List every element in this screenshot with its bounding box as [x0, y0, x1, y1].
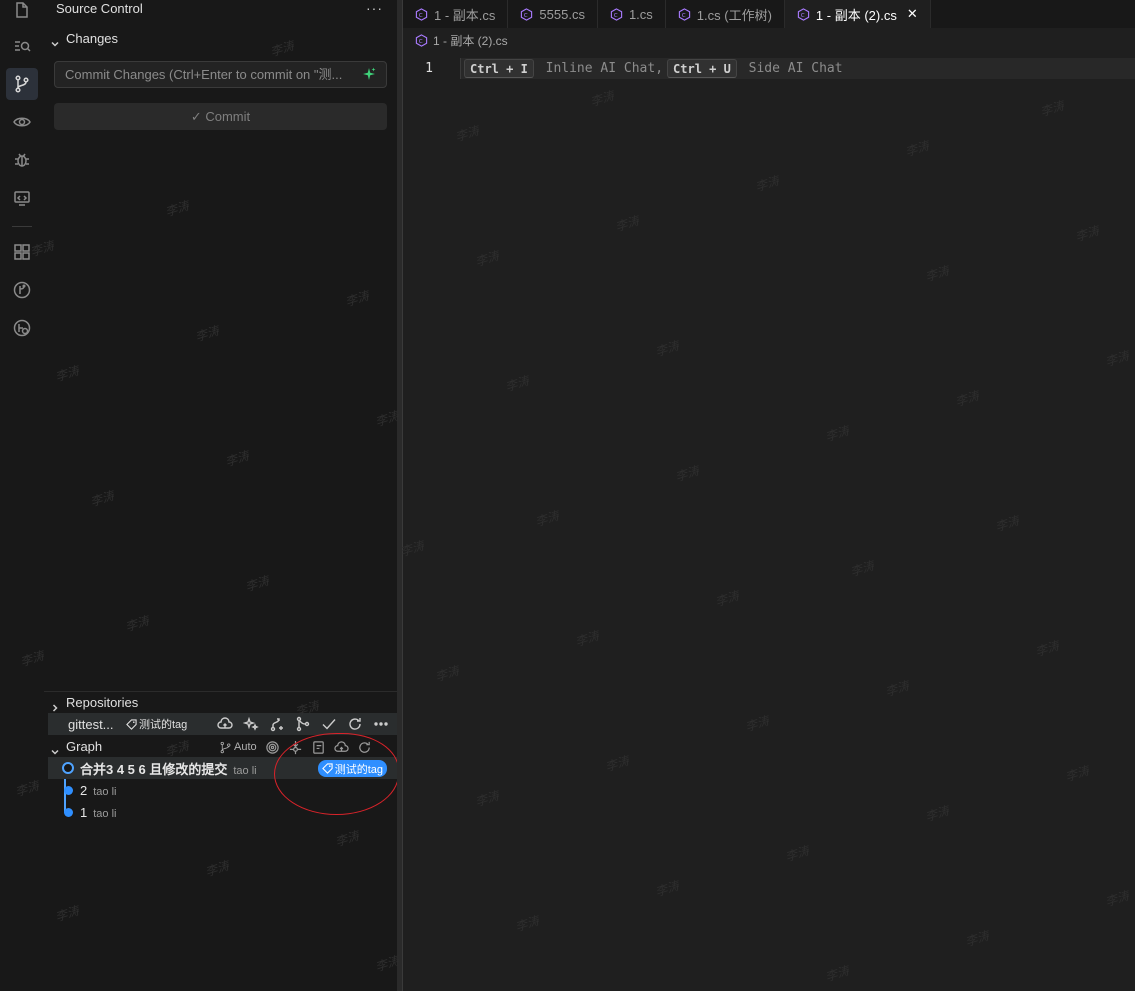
- svg-text:C: C: [419, 38, 423, 44]
- csharp-file-icon: C: [610, 7, 623, 21]
- debug-icon[interactable]: [0, 142, 44, 178]
- tab-active-file[interactable]: C 1 - 副本 (2).cs ✕: [784, 0, 931, 28]
- tab-label: 1 - 副本.cs: [434, 7, 496, 23]
- commit-title: 合并3 4 5 6 且修改的提交: [80, 761, 228, 777]
- csharp-file-icon: C: [415, 7, 428, 21]
- commit-author: tao li: [233, 764, 257, 777]
- refresh-icon[interactable]: [347, 716, 363, 732]
- more-actions-icon[interactable]: ···: [366, 0, 383, 16]
- commit-message: 1 tao li: [80, 805, 116, 820]
- branch-create-icon[interactable]: [269, 716, 285, 732]
- activity-bar: [0, 0, 44, 991]
- commit-title: 1: [80, 804, 88, 820]
- line-number: 1: [425, 61, 433, 76]
- cloud-upload-icon[interactable]: [217, 716, 233, 732]
- repo-tag-label: 测试的tag: [139, 719, 188, 731]
- git-graph-icon[interactable]: [0, 272, 44, 308]
- search-icon[interactable]: [0, 28, 44, 64]
- changes-label: Changes: [66, 31, 119, 46]
- commit-button[interactable]: ✓ Commit: [54, 103, 387, 130]
- auto-label: Auto: [234, 741, 257, 753]
- tab-file[interactable]: C 5555.cs: [508, 0, 598, 28]
- branch-icon: [220, 741, 231, 753]
- repo-tag: 测试的tag: [126, 716, 187, 732]
- chevron-down-icon: [50, 34, 60, 47]
- tab-label: 1.cs (工作树): [696, 7, 772, 23]
- tab-file[interactable]: C 1 - 副本.cs: [403, 0, 509, 28]
- tab-label: 5555.cs: [539, 6, 585, 22]
- csharp-file-icon: C: [521, 7, 533, 21]
- csharp-file-icon: C: [678, 7, 690, 21]
- ai-chat-hint: Ctrl + I Inline AI Chat, Ctrl + U Side AI…: [460, 58, 843, 79]
- svg-text:C: C: [419, 12, 423, 18]
- editor-tabs: C 1 - 副本.cs C 5555.cs C 1.cs C 1.cs (工作树…: [403, 0, 1135, 28]
- timeline-icon[interactable]: [0, 310, 44, 346]
- breadcrumb[interactable]: C 1 - 副本 (2).cs: [415, 31, 508, 49]
- commit-message: 2 tao li: [80, 783, 116, 798]
- graph-label: Graph: [66, 739, 103, 754]
- tab-label: 1.cs: [628, 6, 653, 22]
- csharp-file-icon: C: [415, 33, 428, 47]
- breadcrumb-label: 1 - 副本 (2).cs: [433, 33, 508, 48]
- shortcut-key: Ctrl + I: [464, 59, 534, 78]
- repositories-label: Repositories: [66, 695, 139, 710]
- sparkle-icon[interactable]: [362, 67, 376, 81]
- source-control-icon[interactable]: [0, 66, 44, 102]
- commit-author: tao li: [93, 807, 117, 820]
- commit-button-label: ✓ Commit: [190, 108, 251, 124]
- svg-text:C: C: [614, 12, 618, 18]
- repo-name: gittest...: [68, 716, 114, 732]
- close-icon[interactable]: ✕: [907, 6, 918, 22]
- chevron-down-icon: [50, 742, 60, 755]
- repositories-section-header[interactable]: Repositories: [50, 692, 138, 714]
- editor-area: C 1 - 副本.cs C 5555.cs C 1.cs C 1.cs (工作树…: [403, 0, 1135, 991]
- commit-author: tao li: [93, 785, 117, 798]
- changes-section-header[interactable]: Changes: [50, 28, 118, 50]
- remote-icon[interactable]: [0, 180, 44, 216]
- svg-text:C: C: [524, 12, 528, 18]
- annotation-circle: [274, 733, 399, 815]
- repository-row[interactable]: gittest... 测试的tag: [48, 713, 397, 735]
- svg-text:C: C: [801, 12, 805, 18]
- csharp-file-icon: C: [797, 7, 810, 21]
- commit-node: [64, 808, 73, 817]
- commit-title: 2: [80, 782, 88, 798]
- auto-branch-filter[interactable]: Auto: [219, 741, 257, 754]
- chevron-right-icon: [50, 698, 60, 712]
- eye-icon[interactable]: [0, 104, 44, 140]
- head-commit-node: [62, 762, 74, 774]
- activity-divider: [12, 226, 32, 227]
- shortcut-key: Ctrl + U: [667, 59, 737, 78]
- tab-file[interactable]: C 1.cs: [598, 0, 666, 28]
- commit-message-input[interactable]: Commit Changes (Ctrl+Enter to commit on …: [54, 61, 387, 88]
- hint-text: Side AI Chat: [740, 61, 843, 76]
- check-icon[interactable]: [321, 716, 337, 732]
- commit-placeholder: Commit Changes (Ctrl+Enter to commit on …: [65, 67, 343, 82]
- explorer-icon[interactable]: [0, 0, 44, 28]
- sidebar-title: Source Control: [56, 1, 143, 16]
- tag-icon: [126, 718, 137, 730]
- ellipsis-icon[interactable]: [373, 716, 389, 732]
- hint-text: Inline AI Chat,: [537, 61, 664, 76]
- graph-section-header[interactable]: Graph: [50, 736, 102, 758]
- tab-label: 1 - 副本 (2).cs: [815, 7, 897, 23]
- sparkles-icon[interactable]: [243, 716, 259, 732]
- tab-file[interactable]: C 1.cs (工作树): [666, 0, 785, 28]
- svg-text:C: C: [682, 12, 686, 18]
- commit-node: [64, 786, 73, 795]
- commit-message: 合并3 4 5 6 且修改的提交 tao li: [80, 759, 257, 778]
- target-icon[interactable]: [265, 740, 280, 755]
